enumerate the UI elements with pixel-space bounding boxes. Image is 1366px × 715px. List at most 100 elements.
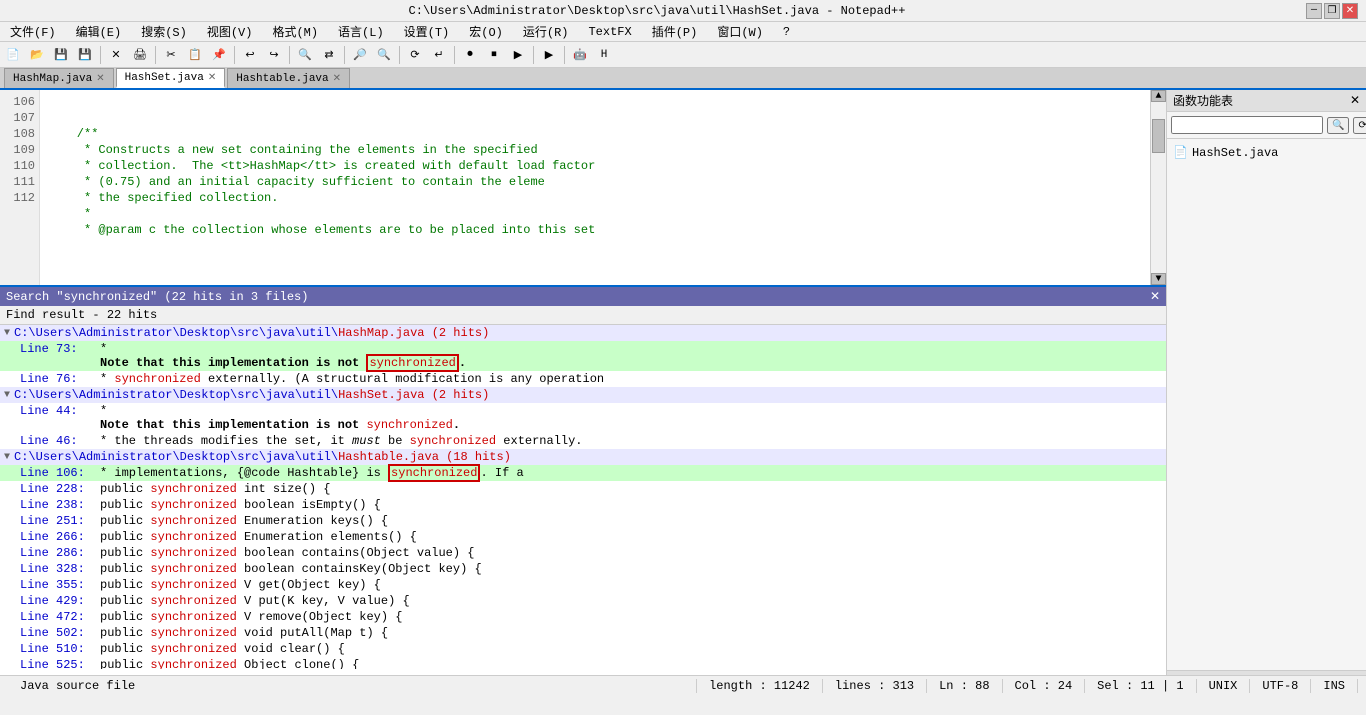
tab-item[interactable]: HashMap.java✕ — [4, 68, 114, 88]
menubar-item[interactable]: 窗口(W) — [711, 23, 769, 40]
menubar-item[interactable]: 插件(P) — [646, 23, 704, 40]
menubar-item[interactable]: 宏(O) — [463, 23, 509, 40]
separator-8 — [533, 46, 534, 64]
maximize-button[interactable]: ❐ — [1324, 3, 1340, 19]
find-close-icon[interactable]: ✕ — [1150, 289, 1160, 304]
find-line-row[interactable]: Line 510: public synchronized void clear… — [0, 641, 1166, 657]
print-button[interactable]: 🖨 — [129, 44, 151, 66]
ins-status: INS — [1311, 679, 1358, 693]
code-content[interactable]: /** * Constructs a new set containing th… — [40, 90, 1150, 285]
find-line-row[interactable]: Line 73: * Note that this implementation… — [0, 341, 1166, 371]
new-button[interactable]: 📄 — [2, 44, 24, 66]
macro-play-button[interactable]: ▶ — [507, 44, 529, 66]
find-line-row[interactable]: Line 429: public synchronized V put(K ke… — [0, 593, 1166, 609]
menubar-item[interactable]: 视图(V) — [201, 23, 259, 40]
find-line-row[interactable]: Line 44: * Note that this implementation… — [0, 403, 1166, 433]
zoom-out-button[interactable]: 🔍 — [373, 44, 395, 66]
copy-button[interactable]: 📋 — [184, 44, 206, 66]
menubar-item[interactable]: 编辑(E) — [70, 23, 128, 40]
keyword-match: synchronized — [150, 530, 236, 544]
scroll-thumb[interactable] — [1152, 119, 1165, 153]
code-line: * Constructs a new set containing the el… — [48, 142, 1142, 158]
statusbar: Java source file length : 11242 lines : … — [0, 675, 1366, 695]
find-line-content: public synchronized boolean isEmpty() { — [100, 498, 1162, 512]
separator-3 — [234, 46, 235, 64]
find-header: Search "synchronized" (22 hits in 3 file… — [0, 287, 1166, 306]
sync-button[interactable]: ⟳ — [404, 44, 426, 66]
find-line-row[interactable]: Line 251: public synchronized Enumeratio… — [0, 513, 1166, 529]
find-line-row[interactable]: Line 328: public synchronized boolean co… — [0, 561, 1166, 577]
tabbar: HashMap.java✕HashSet.java✕Hashtable.java… — [0, 68, 1366, 90]
macro-stop-button[interactable]: ⏹ — [483, 44, 505, 66]
tab-item[interactable]: HashSet.java✕ — [116, 68, 226, 88]
zoom-in-button[interactable]: 🔎 — [349, 44, 371, 66]
find-line-row[interactable]: Line 525: public synchronized Object clo… — [0, 657, 1166, 669]
menubar-item[interactable]: 运行(R) — [517, 23, 575, 40]
wrap-button[interactable]: ↵ — [428, 44, 450, 66]
undo-button[interactable]: ↩ — [239, 44, 261, 66]
keyword-match: synchronized — [114, 372, 200, 386]
save-button[interactable]: 💾 — [50, 44, 72, 66]
func-search-button[interactable]: 🔍 — [1327, 117, 1349, 134]
find-line-row[interactable]: Line 355: public synchronized V get(Obje… — [0, 577, 1166, 593]
func-refresh-button[interactable]: ⟳ — [1353, 117, 1366, 134]
android-button[interactable]: 🤖 — [569, 44, 591, 66]
cut-button[interactable]: ✂ — [160, 44, 182, 66]
find-line-row[interactable]: Line 106: * implementations, {@code Hash… — [0, 465, 1166, 481]
find-line-row[interactable]: Line 502: public synchronized void putAl… — [0, 625, 1166, 641]
close-button-tb[interactable]: ✕ — [105, 44, 127, 66]
menubar-item[interactable]: 语言(L) — [332, 23, 390, 40]
find-line-content: * the threads modifies the set, it must … — [100, 434, 1162, 448]
find-title: Search "synchronized" (22 hits in 3 file… — [6, 290, 308, 304]
menubar-item[interactable]: ? — [777, 25, 796, 39]
menubar-item[interactable]: 文件(F) — [4, 23, 62, 40]
find-line-row[interactable]: Line 266: public synchronized Enumeratio… — [0, 529, 1166, 545]
vertical-scrollbar[interactable]: ▲ ▼ — [1150, 90, 1166, 285]
scroll-up[interactable]: ▲ — [1151, 90, 1166, 102]
menubar-item[interactable]: TextFX — [582, 25, 637, 39]
redo-button[interactable]: ↪ — [263, 44, 285, 66]
find-line-content: public synchronized Enumeration elements… — [100, 530, 1162, 544]
line-number: 106 — [4, 94, 35, 110]
func-tree-item[interactable]: 📄 HashSet.java — [1171, 143, 1362, 162]
find-content[interactable]: ▼C:\Users\Administrator\Desktop\src\java… — [0, 325, 1166, 669]
run-button[interactable]: ▶ — [538, 44, 560, 66]
paste-button[interactable]: 📌 — [208, 44, 230, 66]
editor-area: 106107108109110111112 /** * Constructs a… — [0, 90, 1166, 285]
menubar-item[interactable]: 格式(M) — [266, 23, 324, 40]
replace-button[interactable]: ⇄ — [318, 44, 340, 66]
expand-icon: ▼ — [4, 328, 10, 339]
func-panel-close[interactable]: ✕ — [1350, 93, 1360, 108]
save-all-button[interactable]: 💾 — [74, 44, 96, 66]
minimize-button[interactable]: — — [1306, 3, 1322, 19]
tab-close-icon[interactable]: ✕ — [333, 73, 341, 85]
find-line-row[interactable]: Line 46: * the threads modifies the set,… — [0, 433, 1166, 449]
tab-item[interactable]: Hashtable.java✕ — [227, 68, 350, 88]
find-file-row[interactable]: ▼C:\Users\Administrator\Desktop\src\java… — [0, 325, 1166, 341]
find-line-row[interactable]: Line 286: public synchronized boolean co… — [0, 545, 1166, 561]
macro-rec-button[interactable]: ⏺ — [459, 44, 481, 66]
close-button[interactable]: ✕ — [1342, 3, 1358, 19]
find-button[interactable]: 🔍 — [294, 44, 316, 66]
find-file-row[interactable]: ▼C:\Users\Administrator\Desktop\src\java… — [0, 449, 1166, 465]
func-search-input[interactable] — [1171, 116, 1323, 134]
tab-close-icon[interactable]: ✕ — [96, 73, 104, 85]
menubar-item[interactable]: 设置(T) — [398, 23, 456, 40]
find-line-number: Line 502: — [20, 626, 100, 640]
find-file-row[interactable]: ▼C:\Users\Administrator\Desktop\src\java… — [0, 387, 1166, 403]
find-line-row[interactable]: Line 228: public synchronized int size()… — [0, 481, 1166, 497]
line-number: 111 — [4, 174, 35, 190]
menubar-item[interactable]: 搜索(S) — [135, 23, 193, 40]
line-number: 112 — [4, 190, 35, 206]
menubar: 文件(F) 编辑(E) 搜索(S) 视图(V) 格式(M) 语言(L) 设置(T) 宏(O) 运… — [0, 22, 1366, 42]
hex-button[interactable]: H — [593, 44, 615, 66]
tab-close-icon[interactable]: ✕ — [208, 72, 216, 84]
find-line-row[interactable]: Line 472: public synchronized V remove(O… — [0, 609, 1166, 625]
open-button[interactable]: 📂 — [26, 44, 48, 66]
find-line-number: Line 76: — [20, 372, 100, 386]
sel-status: Sel : 11 | 1 — [1085, 679, 1196, 693]
find-line-row[interactable]: Line 76: * synchronized externally. (A s… — [0, 371, 1166, 387]
lines-status: lines : 313 — [823, 679, 927, 693]
scroll-down[interactable]: ▼ — [1151, 273, 1166, 285]
find-line-row[interactable]: Line 238: public synchronized boolean is… — [0, 497, 1166, 513]
